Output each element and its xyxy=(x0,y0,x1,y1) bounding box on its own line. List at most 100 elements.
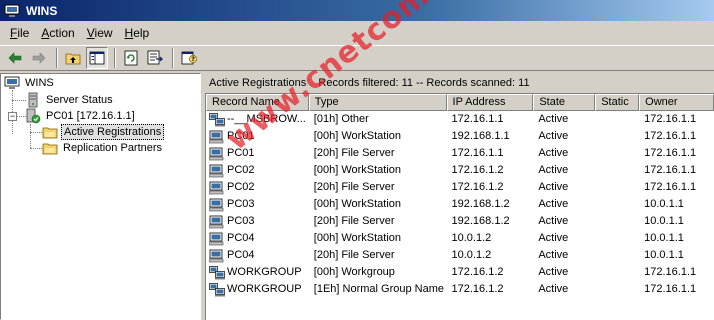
cell-state: Active xyxy=(538,181,569,193)
computer-icon xyxy=(209,130,224,143)
console-tree-icon xyxy=(89,51,105,65)
cell-owner: 172.16.1.1 xyxy=(644,147,697,159)
tree-item-wins[interactable]: WINS xyxy=(4,75,56,91)
cell-ip-address: 10.0.1.2 xyxy=(451,249,492,261)
computer-icon xyxy=(209,198,224,211)
cell-ip-address: 172.16.1.2 xyxy=(451,164,504,176)
menu-view[interactable]: View xyxy=(81,26,119,40)
table-row[interactable]: PC01 [20h] File Server 172.16.1.1 Active 172… xyxy=(206,145,714,162)
cell-state: Active xyxy=(538,164,569,176)
tree-item-active-registrations[interactable]: Active Registrations xyxy=(42,124,165,140)
cell-owner: 172.16.1.1 xyxy=(644,266,697,278)
up-folder-icon xyxy=(65,53,81,65)
column-header-type[interactable]: Type xyxy=(308,94,447,111)
tree-item-server-status[interactable]: Server Status xyxy=(25,92,115,108)
back-button[interactable] xyxy=(4,47,26,69)
cell-state: Active xyxy=(538,147,569,159)
column-header-owner[interactable]: Owner xyxy=(639,94,714,111)
tree-connector xyxy=(12,100,26,101)
table-row[interactable]: PC03 [00h] WorkStation 192.168.1.2 Active 10… xyxy=(206,196,714,213)
tree-connector xyxy=(30,132,42,133)
group-icon xyxy=(209,112,225,126)
cell-type: [00h] WorkStation xyxy=(313,198,402,210)
menu-action[interactable]: Action xyxy=(35,26,80,40)
registrations-list[interactable]: Record Name Type IP Address State Static… xyxy=(205,93,714,320)
record-name-text: WORKGROUP xyxy=(227,266,302,278)
cell-state: Active xyxy=(538,249,569,261)
table-row[interactable]: PC03 [20h] File Server 192.168.1.2 Active 10… xyxy=(206,213,714,230)
refresh-button[interactable] xyxy=(120,47,142,69)
server-status-icon xyxy=(28,92,38,108)
computer-icon xyxy=(209,215,224,228)
results-summary: Active Registrations Records filtered: 1… xyxy=(205,73,714,92)
cell-type: [01h] Other xyxy=(313,113,369,125)
tree-connector xyxy=(30,124,31,148)
cell-owner: 172.16.1.1 xyxy=(644,130,697,142)
menu-file[interactable]: File xyxy=(4,26,35,40)
computer-icon xyxy=(209,147,224,160)
computer-icon xyxy=(209,164,224,177)
toolbar: ? xyxy=(0,45,714,71)
help-button[interactable]: ? xyxy=(178,47,200,69)
export-list-icon xyxy=(147,50,163,65)
cell-type: [00h] WorkStation xyxy=(313,164,402,176)
cell-record-name: PC04 xyxy=(206,247,309,264)
table-row[interactable]: PC01 [00h] WorkStation 192.168.1.1 Active 17… xyxy=(206,128,714,145)
tree-item-label: Server Status xyxy=(46,94,113,106)
help-icon: ? xyxy=(181,51,197,65)
column-header-static[interactable]: Static xyxy=(595,94,640,111)
cell-record-name: PC03 xyxy=(206,213,309,230)
show-hide-console-tree-button[interactable] xyxy=(86,47,108,69)
forward-arrow-icon xyxy=(32,52,46,64)
cell-static xyxy=(595,128,639,145)
details-pane: Active Registrations Records filtered: 1… xyxy=(205,73,714,320)
cell-record-name: WORKGROUP xyxy=(206,264,309,281)
cell-type: [20h] File Server xyxy=(313,181,395,193)
computer-icon xyxy=(209,249,224,262)
record-name-text: PC01 xyxy=(227,130,255,142)
table-row[interactable]: PC02 [20h] File Server 172.16.1.2 Active 172… xyxy=(206,179,714,196)
cell-record-name: --__MSBROW... xyxy=(206,111,309,128)
column-header-state[interactable]: State xyxy=(533,94,596,111)
collapse-toggle[interactable]: − xyxy=(8,112,17,121)
column-header-ip-address[interactable]: IP Address xyxy=(446,94,534,111)
cell-state: Active xyxy=(538,232,569,244)
cell-type: [20h] File Server xyxy=(313,215,395,227)
computer-icon xyxy=(209,232,224,245)
table-row[interactable]: PC04 [20h] File Server 10.0.1.2 Active 10.0.… xyxy=(206,247,714,264)
cell-type: [1Eh] Normal Group Name xyxy=(313,283,445,295)
table-row[interactable]: PC04 [00h] WorkStation 10.0.1.2 Active 10.0.… xyxy=(206,230,714,247)
cell-owner: 172.16.1.1 xyxy=(644,283,697,295)
toolbar-separator xyxy=(114,48,116,68)
cell-owner: 10.0.1.1 xyxy=(644,232,684,244)
tree-item-replication-partners[interactable]: Replication Partners xyxy=(42,140,164,156)
folder-icon xyxy=(42,127,58,139)
forward-button[interactable] xyxy=(28,47,50,69)
export-list-button[interactable] xyxy=(144,47,166,69)
menu-help[interactable]: Help xyxy=(119,26,156,40)
cell-static xyxy=(595,162,639,179)
column-header-record-name[interactable]: Record Name xyxy=(206,94,309,111)
back-arrow-icon xyxy=(8,52,22,64)
table-row[interactable]: --__MSBROW... [01h] Other 172.16.1.1 Active… xyxy=(206,111,714,128)
tree-item-label: PC01 [172.16.1.1] xyxy=(46,110,135,122)
cell-state: Active xyxy=(538,215,569,227)
cell-state: Active xyxy=(538,283,569,295)
tree-connector xyxy=(30,148,42,149)
cell-static xyxy=(595,145,639,162)
cell-static xyxy=(595,230,639,247)
tree-item-server[interactable]: PC01 [172.16.1.1] xyxy=(25,108,137,124)
table-row[interactable]: PC02 [00h] WorkStation 172.16.1.2 Active 172… xyxy=(206,162,714,179)
table-row[interactable]: WORKGROUP [1Eh] Normal Group Name 172.16.1… xyxy=(206,281,714,298)
tree-item-label: WINS xyxy=(25,77,54,89)
cell-static xyxy=(595,264,639,281)
up-one-level-button[interactable] xyxy=(62,47,84,69)
table-row[interactable]: WORKGROUP [00h] Workgroup 172.16.1.2 Active… xyxy=(206,264,714,281)
results-summary-text: Active Registrations Records filtered: 1… xyxy=(209,76,530,89)
cell-record-name: PC02 xyxy=(206,162,309,179)
record-name-text: PC04 xyxy=(227,249,255,261)
cell-owner: 10.0.1.1 xyxy=(644,198,684,210)
cell-ip-address: 172.16.1.1 xyxy=(451,147,504,159)
svg-text:?: ? xyxy=(191,56,195,63)
cell-type: [00h] WorkStation xyxy=(313,232,402,244)
